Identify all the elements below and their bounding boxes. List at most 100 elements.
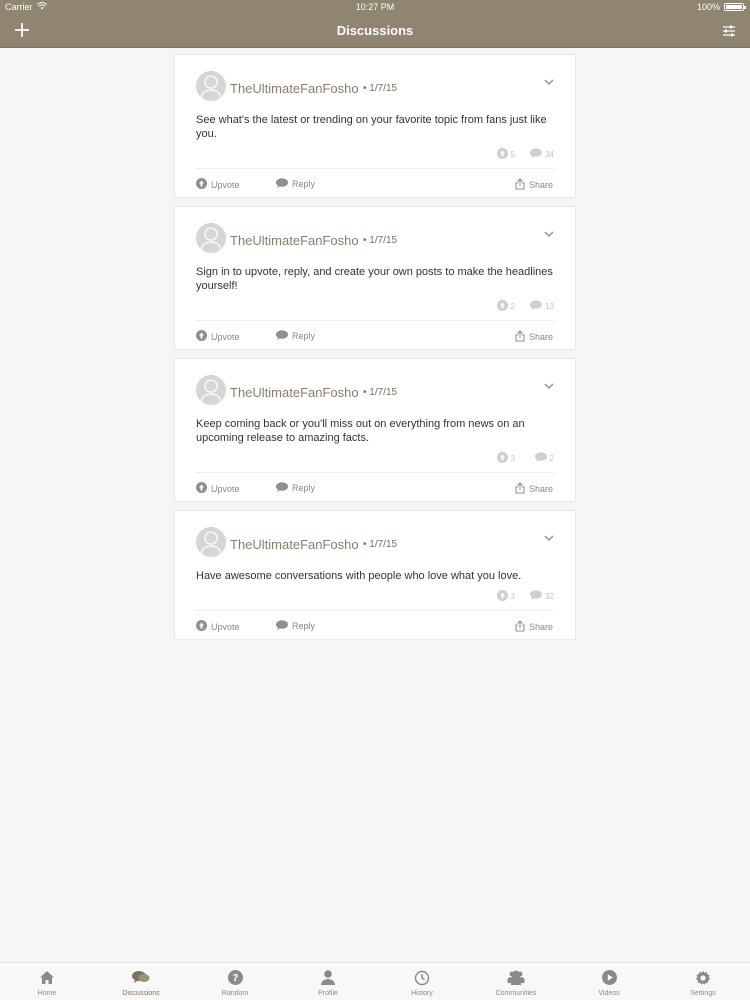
page-title: Discussions <box>336 23 414 38</box>
battery-percent: 100% <box>696 2 720 12</box>
post-text: See what's the latest or trending on you… <box>196 114 547 140</box>
battery-fill <box>726 5 742 9</box>
reply-icon <box>276 482 288 494</box>
avatar[interactable] <box>196 71 226 101</box>
username[interactable]: TheUltimateFanFosho <box>230 81 359 96</box>
post-actions: Upvote Reply Share <box>175 611 575 639</box>
upvote-button[interactable]: Upvote <box>196 330 240 343</box>
discussion-feed: TheUltimateFanFosho • 1/7/15 See what's … <box>174 54 576 648</box>
reply-icon <box>276 620 288 632</box>
tab-profile[interactable]: Profile <box>281 963 375 1000</box>
discussion-card[interactable]: TheUltimateFanFosho • 1/7/15 See what's … <box>174 54 576 198</box>
discussion-card[interactable]: TheUltimateFanFosho • 1/7/15 Keep coming… <box>174 358 576 502</box>
tab-videos[interactable]: Videos <box>562 963 656 1000</box>
share-label: Share <box>528 622 553 632</box>
post-text: Sign in to upvote, reply, and create you… <box>196 266 553 292</box>
post-stats: 5 34 <box>175 146 575 166</box>
status-bar: Carrier 10:27 PM 100% <box>0 0 750 15</box>
comment-count: 13 <box>530 300 554 312</box>
upvote-count-icon <box>496 148 508 161</box>
avatar[interactable] <box>196 223 226 253</box>
username[interactable]: TheUltimateFanFosho <box>230 537 359 552</box>
status-right: 100% <box>696 2 746 12</box>
avatar[interactable] <box>196 527 226 557</box>
post-stats: 3 2 <box>175 450 575 470</box>
share-icon <box>515 330 525 344</box>
discussion-card[interactable]: TheUltimateFanFosho • 1/7/15 Sign in to … <box>174 206 576 350</box>
username[interactable]: TheUltimateFanFosho <box>230 233 359 248</box>
upvote-count-value: 5 <box>510 150 515 159</box>
upvote-count-icon <box>496 452 508 465</box>
upvote-count: 5 <box>496 148 515 161</box>
discussion-card[interactable]: TheUltimateFanFosho • 1/7/15 Have awesom… <box>174 510 576 640</box>
reply-button[interactable]: Reply <box>276 620 315 632</box>
share-icon <box>515 482 525 496</box>
chevron-down-icon[interactable] <box>543 227 555 239</box>
avatar[interactable] <box>196 375 226 405</box>
share-button[interactable]: Share <box>515 330 553 344</box>
tab-label: Home <box>37 990 57 997</box>
tab-history[interactable]: History <box>375 963 469 1000</box>
tab-label: History <box>411 990 433 997</box>
upvote-button[interactable]: Upvote <box>196 482 240 495</box>
comment-count-icon <box>534 452 547 464</box>
reply-button[interactable]: Reply <box>276 330 315 342</box>
comment-count: 2 <box>534 452 554 464</box>
svg-text:?: ? <box>232 973 238 984</box>
post-stats: 2 13 <box>175 298 575 318</box>
comment-count-value: 13 <box>545 301 554 311</box>
nav-bar: Discussions <box>0 15 750 48</box>
card-header: TheUltimateFanFosho • 1/7/15 <box>175 511 575 569</box>
comment-count-value: 32 <box>545 591 554 601</box>
upvote-icon <box>196 620 207 633</box>
tab-settings[interactable]: Settings <box>656 963 750 1000</box>
tab-home[interactable]: Home <box>0 963 94 1000</box>
share-button[interactable]: Share <box>515 620 553 634</box>
app: Carrier 10:27 PM 100% Discussions TheUlt… <box>0 0 750 1000</box>
upvote-icon <box>196 482 207 495</box>
share-button[interactable]: Share <box>515 178 553 192</box>
settings-icon <box>695 969 711 986</box>
share-label: Share <box>528 484 553 494</box>
share-icon <box>515 178 525 192</box>
upvote-icon <box>196 330 207 343</box>
upvote-count-value: 2 <box>510 302 515 311</box>
tab-random[interactable]: ? Random <box>188 963 282 1000</box>
tab-label: Random <box>221 990 249 997</box>
random-icon: ? <box>227 969 243 986</box>
share-icon <box>515 620 525 634</box>
card-header: TheUltimateFanFosho • 1/7/15 <box>175 55 575 113</box>
upvote-count-icon <box>496 590 508 603</box>
comment-count-value: 2 <box>549 453 554 463</box>
tab-communities[interactable]: Communities <box>469 963 563 1000</box>
chevron-down-icon[interactable] <box>543 75 555 87</box>
upvote-button[interactable]: Upvote <box>196 620 240 633</box>
upvote-count: 3 <box>496 452 515 465</box>
post-stats: 3 32 <box>175 588 575 608</box>
reply-button[interactable]: Reply <box>276 482 315 494</box>
comment-count: 34 <box>530 148 554 160</box>
post-text: Keep coming back or you'll miss out on e… <box>196 418 525 444</box>
tab-label: Settings <box>690 990 716 997</box>
comment-count-icon <box>530 590 543 602</box>
card-header: TheUltimateFanFosho • 1/7/15 <box>175 207 575 265</box>
reply-label: Reply <box>292 331 316 341</box>
post-date: • 1/7/15 <box>363 235 398 246</box>
reply-label: Reply <box>292 179 316 189</box>
comment-count: 32 <box>530 590 554 602</box>
reply-icon <box>276 330 288 342</box>
chevron-down-icon[interactable] <box>543 379 555 391</box>
upvote-button[interactable]: Upvote <box>196 178 240 191</box>
post-actions: Upvote Reply Share <box>175 473 575 501</box>
discussions-icon <box>132 969 150 986</box>
comment-count-icon <box>530 300 543 312</box>
sliders-icon[interactable] <box>720 22 738 40</box>
tab-label: Profile <box>318 990 338 997</box>
upvote-label: Upvote <box>211 331 240 342</box>
username[interactable]: TheUltimateFanFosho <box>230 385 359 400</box>
tab-label: Communities <box>495 990 537 997</box>
share-button[interactable]: Share <box>515 482 553 496</box>
reply-button[interactable]: Reply <box>276 178 315 190</box>
chevron-down-icon[interactable] <box>543 531 555 543</box>
tab-discussions[interactable]: Discussions <box>94 963 188 1000</box>
